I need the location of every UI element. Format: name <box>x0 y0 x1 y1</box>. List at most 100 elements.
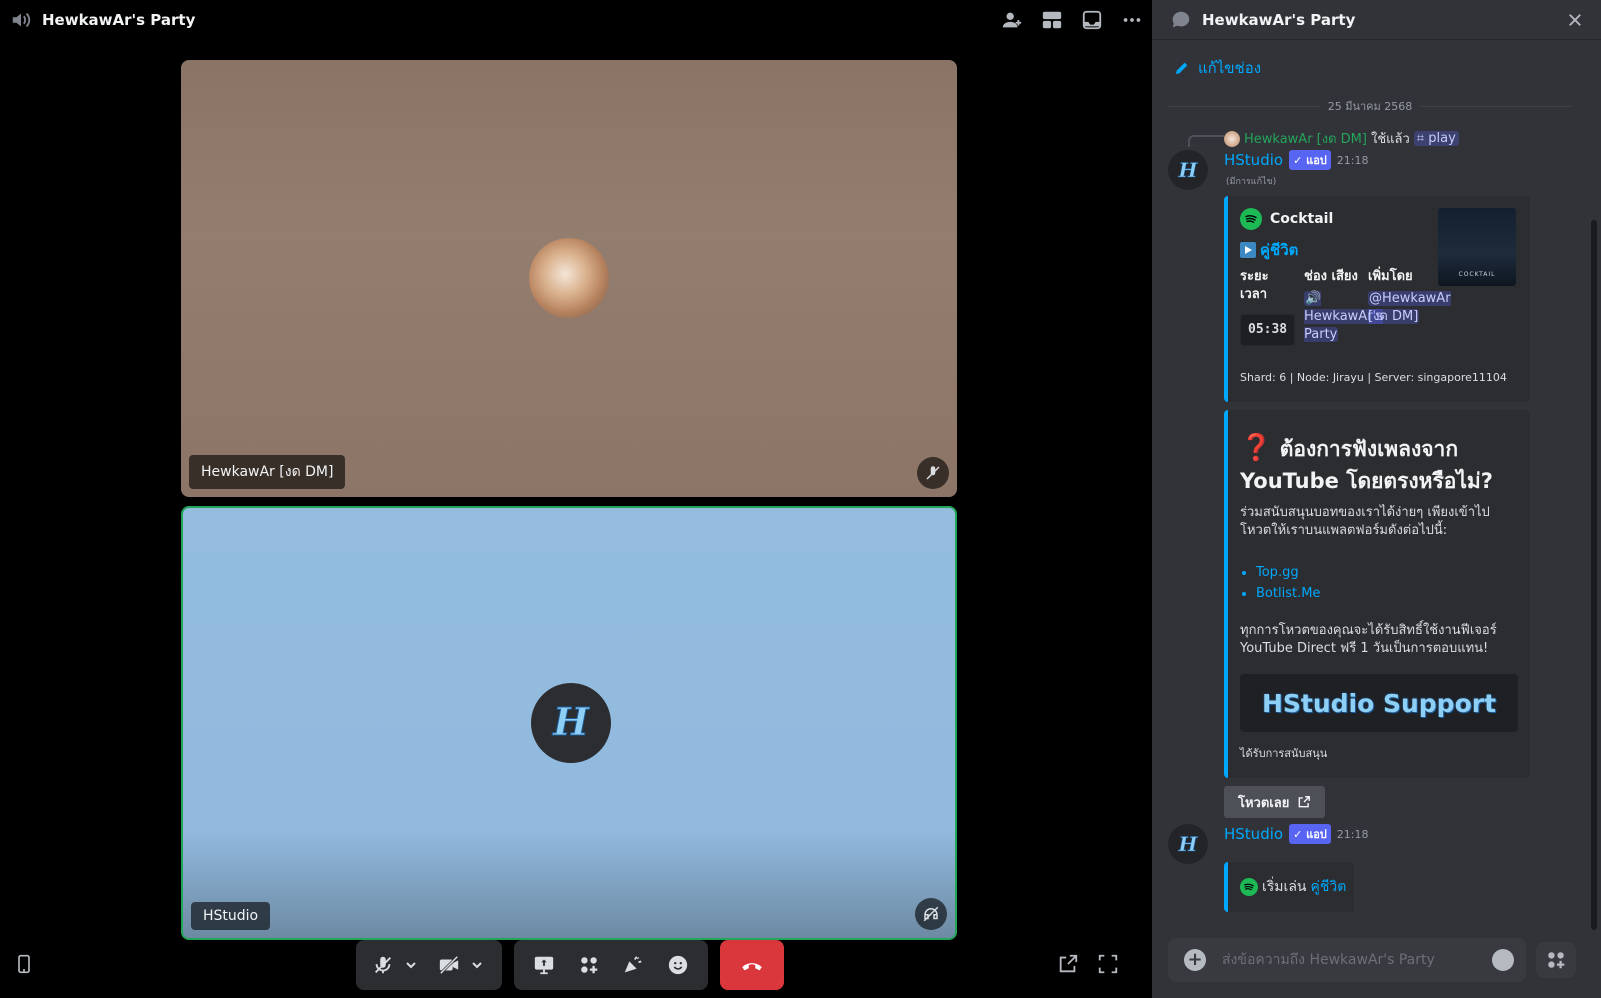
deafened-icon <box>915 898 947 930</box>
emoji-reaction-button[interactable] <box>659 946 697 984</box>
layout-grid-icon[interactable] <box>1032 6 1072 34</box>
apps-icon <box>1548 952 1565 969</box>
avatar[interactable]: H <box>1168 150 1208 190</box>
author-name[interactable]: HStudio <box>1224 825 1283 843</box>
device-icon[interactable] <box>8 948 40 980</box>
reply-used-text: ใช้แล้ว <box>1370 132 1410 147</box>
edit-channel-label: แก้ไขช่อง <box>1198 59 1262 77</box>
more-icon[interactable] <box>1112 6 1152 34</box>
message-header: HStudio ✓ แอป 21:18 <box>1224 824 1369 844</box>
duration-value: 05:38 <box>1240 314 1296 346</box>
edited-label: (มีการแก้ไข) <box>1226 177 1277 187</box>
close-icon[interactable] <box>1563 8 1587 32</box>
apps-button[interactable] <box>1536 942 1576 978</box>
avatar <box>529 238 609 318</box>
support-banner-image[interactable]: HStudio Support <box>1240 674 1518 732</box>
chevron-down-icon[interactable] <box>468 946 486 984</box>
embed-description-2: ทุกการโหวตของคุณจะได้รับสิทธิ์ใช้งานฟีเจ… <box>1240 623 1497 656</box>
start-playing-embed: เริ่มเล่น คู่ชีวิต <box>1224 862 1354 912</box>
avatar <box>1224 130 1240 147</box>
avatar[interactable]: H <box>1168 824 1208 864</box>
chat-panel: HewkawAr's Party แก้ไขช่อง 25 มีนาคม 256… <box>1152 0 1601 998</box>
chat-scrollbar[interactable] <box>1591 220 1597 930</box>
vote-link-topgg[interactable]: Top.gg <box>1256 562 1320 583</box>
now-playing-embed: Cocktail คู่ชีวิต COCKTAIL ระยะ เวลา 05:… <box>1224 196 1530 402</box>
video-tile-hstudio[interactable]: H HStudio <box>181 506 957 940</box>
chat-header: HewkawAr's Party <box>1152 0 1601 40</box>
author-name[interactable]: HStudio <box>1224 151 1283 169</box>
video-tile-hewkawar[interactable]: HewkawAr [งด DM] <box>181 60 957 497</box>
vote-now-button[interactable]: โหวตเลย <box>1224 786 1326 818</box>
pencil-icon <box>1176 62 1188 74</box>
screen-share-button[interactable] <box>525 946 563 984</box>
svg-text:H: H <box>1178 158 1199 182</box>
chevron-down-icon[interactable] <box>402 946 420 984</box>
avatar: H <box>531 683 611 763</box>
spotify-icon <box>1240 208 1262 230</box>
mic-muted-button[interactable] <box>364 946 402 984</box>
inbox-icon[interactable] <box>1072 6 1112 34</box>
participant-name: HewkawAr [งด DM] <box>189 455 346 489</box>
hstudio-logo-icon: H <box>552 699 591 745</box>
activities-group <box>514 940 708 990</box>
song-link[interactable]: คู่ชีวิต <box>1310 876 1346 898</box>
thread-bubble-icon <box>1172 11 1190 27</box>
embed-description: ร่วมสนับสนุนบอทของเราได้ง่ายๆ เพียงเข้าไ… <box>1240 505 1490 538</box>
chat-title: HewkawAr's Party <box>1202 10 1356 29</box>
svg-text:H: H <box>552 699 590 744</box>
reply-user[interactable]: HewkawAr [งด DM] <box>1244 128 1367 149</box>
svg-text:H: H <box>1178 832 1199 856</box>
embed-field-added-by: เพิ่มโดย @HewkawAr [งด DM] <box>1368 269 1451 324</box>
vote-embed: ❓ ต้องการฟังเพลงจาก YouTube โดยตรงหรือไม… <box>1224 410 1530 778</box>
date-label: 25 มีนาคม 2568 <box>1327 100 1413 113</box>
mic-camera-group <box>356 940 502 990</box>
external-link-icon <box>1298 796 1311 808</box>
embed-field-duration: ระยะ เวลา 05:38 <box>1240 268 1298 346</box>
reply-connector <box>1188 135 1224 147</box>
app-badge: ✓ แอป <box>1289 824 1331 844</box>
hstudio-logo-icon: H <box>1177 158 1199 183</box>
soundboard-button[interactable] <box>614 946 652 984</box>
message-header: HStudio ✓ แอป 21:18 <box>1224 150 1369 170</box>
command-tag[interactable]: ⌗ play <box>1413 131 1459 146</box>
activities-button[interactable] <box>570 946 608 984</box>
vote-links: Top.gg Botlist.Me <box>1256 562 1320 604</box>
fullscreen-icon[interactable] <box>1092 948 1124 980</box>
embed-title: ❓ ต้องการฟังเพลงจาก YouTube โดยตรงหรือไม… <box>1240 433 1493 493</box>
embed-footer: ได้รับการสนับสนุน <box>1240 747 1328 760</box>
add-people-icon[interactable] <box>992 6 1032 34</box>
participant-name: HStudio <box>191 902 271 930</box>
call-title: HewkawAr's Party <box>42 11 196 29</box>
embed-title-link[interactable]: คู่ชีวิต <box>1240 238 1298 262</box>
add-attachment-button[interactable]: + <box>1184 949 1206 971</box>
call-area: HewkawAr's Party HewkawAr [งด DM] H HStu… <box>0 0 1152 998</box>
camera-off-button[interactable] <box>430 946 468 984</box>
album-thumbnail[interactable]: COCKTAIL <box>1438 208 1516 286</box>
spotify-icon <box>1240 878 1258 896</box>
date-divider: 25 มีนาคม 2568 <box>1168 98 1573 114</box>
hstudio-logo-icon: H <box>1177 832 1199 857</box>
embed-field-channel: ช่อง เสียง 🔊 HewkawAr's Party <box>1304 269 1383 342</box>
hang-up-button[interactable] <box>720 940 784 990</box>
emoji-picker-icon[interactable] <box>1492 949 1514 971</box>
message-composer: + <box>1168 938 1526 982</box>
app-window: HewkawAr's Party HewkawAr [งด DM] H HStu… <box>0 0 1601 998</box>
reply-reference[interactable]: HewkawAr [งด DM] ใช้แล้ว ⌗ play <box>1224 128 1459 149</box>
call-controls <box>0 940 1152 992</box>
app-badge: ✓ แอป <box>1289 150 1331 170</box>
speaker-icon <box>12 12 31 28</box>
embed-footer: Shard: 6 | Node: Jirayu | Server: singap… <box>1240 371 1507 384</box>
edit-channel-link[interactable]: แก้ไขช่อง <box>1174 56 1261 80</box>
embed-author: Cocktail <box>1240 208 1333 230</box>
timestamp: 21:18 <box>1336 827 1369 841</box>
play-icon <box>1240 242 1256 258</box>
message-input[interactable] <box>1222 952 1472 968</box>
question-mark-icon: ❓ <box>1240 433 1273 463</box>
start-playing-label: เริ่มเล่น <box>1262 879 1307 895</box>
call-header: HewkawAr's Party <box>0 0 1152 40</box>
pop-out-icon[interactable] <box>1052 948 1084 980</box>
video-off-icon <box>917 457 949 489</box>
timestamp: 21:18 <box>1336 153 1369 167</box>
vote-link-botlist[interactable]: Botlist.Me <box>1256 583 1320 604</box>
user-mention[interactable]: @HewkawAr [งด DM] <box>1368 291 1451 324</box>
